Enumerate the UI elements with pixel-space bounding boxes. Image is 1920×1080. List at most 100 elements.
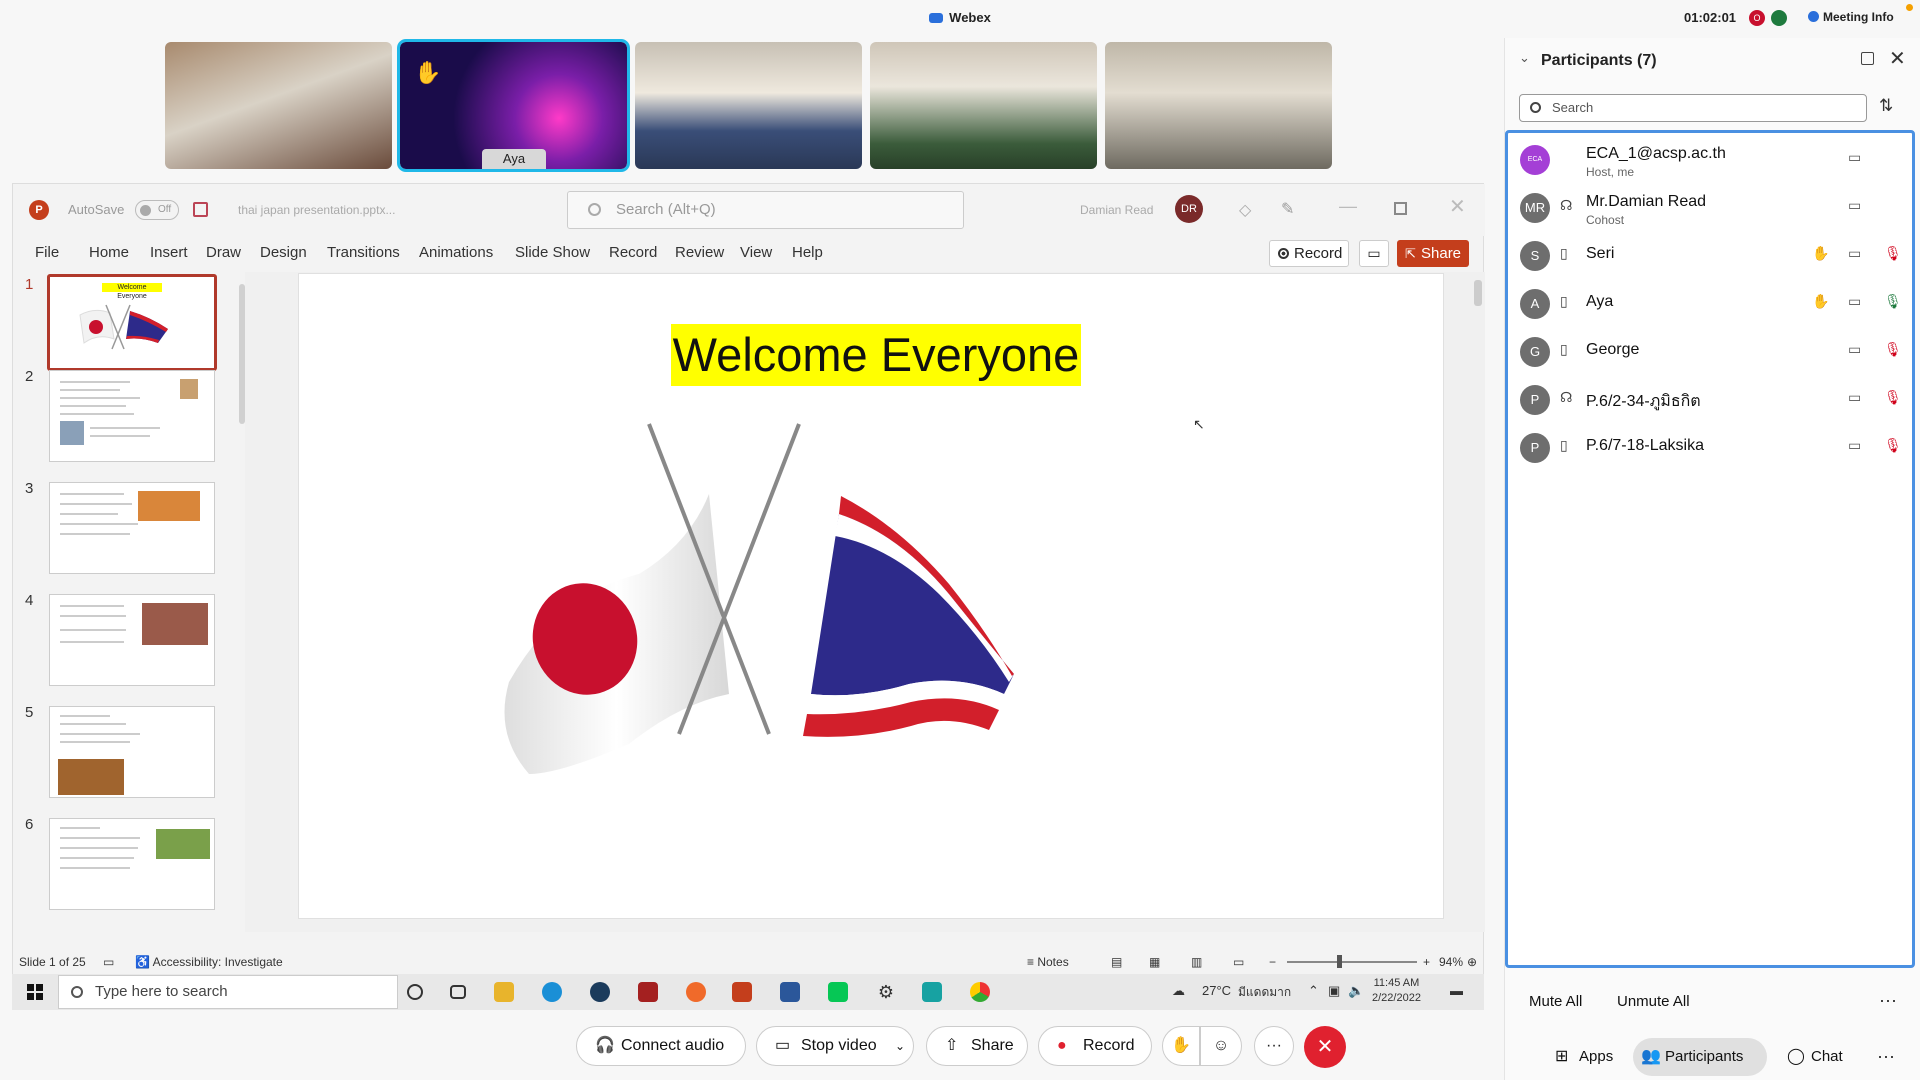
autosave-toggle[interactable]: Off (135, 200, 179, 220)
participant-row[interactable]: ECA ECA_1@acsp.ac.th Host, me ▭ (1508, 135, 1912, 183)
slide-thumbnail-6[interactable] (49, 818, 215, 910)
notes-button[interactable]: ≡ Notes (1027, 955, 1069, 969)
menu-insert[interactable]: Insert (150, 244, 188, 261)
record-button[interactable]: ● Record (1038, 1026, 1152, 1066)
menu-record[interactable]: Record (609, 244, 657, 261)
steam-icon[interactable] (590, 982, 610, 1002)
network-icon[interactable]: ▣ (1328, 983, 1340, 999)
raised-hand-icon[interactable]: ✋ (1812, 293, 1829, 310)
chevron-up-icon[interactable]: ⌃ (1308, 983, 1319, 999)
close-icon[interactable]: ✕ (1449, 194, 1466, 219)
popout-icon[interactable] (1861, 52, 1874, 65)
zoom-slider-handle[interactable] (1337, 955, 1342, 968)
fit-to-window-icon[interactable]: ⊕ (1467, 955, 1477, 969)
spell-check-icon[interactable]: ▭ (103, 955, 114, 969)
raised-hand-icon[interactable]: ✋ (1812, 245, 1829, 262)
mic-muted-icon[interactable]: 🎙 (1884, 341, 1902, 358)
action-center-icon[interactable]: ▬ (1450, 983, 1463, 998)
pen-icon[interactable]: ✎ (1281, 199, 1294, 219)
participant-search-input[interactable]: Search (1519, 94, 1867, 122)
meeting-info-button[interactable]: Meeting Info (1808, 10, 1894, 24)
reactions-button[interactable]: ☺ (1200, 1026, 1242, 1066)
comments-button[interactable]: ▭ (1359, 240, 1389, 267)
participant-row[interactable]: P ▯ P.6/7-18-Laksika ▭ 🎙 (1508, 423, 1912, 471)
unmute-all-button[interactable]: Unmute All (1617, 993, 1690, 1010)
app-icon[interactable] (922, 982, 942, 1002)
temperature[interactable]: 27°C (1202, 983, 1231, 998)
participant-row[interactable]: S ▯ Seri ✋ ▭ 🎙 (1508, 231, 1912, 279)
app-icon[interactable] (686, 982, 706, 1002)
tab-participants[interactable]: 👥 Participants (1633, 1038, 1767, 1076)
task-view-icon[interactable] (450, 985, 466, 999)
restore-icon[interactable] (1394, 202, 1407, 215)
slide-thumbnail-5[interactable] (49, 706, 215, 798)
app-icon[interactable] (638, 982, 658, 1002)
current-slide[interactable]: Welcome Everyone ↖ (298, 273, 1444, 919)
slide-thumbnail-3[interactable] (49, 482, 215, 574)
zoom-slider[interactable] (1287, 961, 1417, 963)
windows-start-icon[interactable] (27, 984, 43, 1000)
tab-chat[interactable]: ◯ Chat (1779, 1038, 1849, 1076)
slide-scrollbar[interactable] (1471, 272, 1485, 932)
slide-thumbnail-4[interactable] (49, 594, 215, 686)
zoom-in-icon[interactable]: + (1423, 955, 1430, 969)
weather-text[interactable]: มีแดดมาก (1238, 983, 1291, 1002)
menu-review[interactable]: Review (675, 244, 724, 261)
taskbar-search-input[interactable]: Type here to search (58, 975, 398, 1009)
participant-row[interactable]: G ▯ George ▭ 🎙 (1508, 327, 1912, 375)
slide-thumbnail-2[interactable] (49, 370, 215, 462)
mic-active-icon[interactable]: 🎙 (1884, 293, 1902, 310)
connect-audio-button[interactable]: 🎧 Connect audio (576, 1026, 746, 1066)
menu-help[interactable]: Help (792, 244, 823, 261)
menu-home[interactable]: Home (89, 244, 129, 261)
zoom-level[interactable]: 94% (1439, 955, 1463, 969)
more-options-button[interactable]: ··· (1254, 1026, 1294, 1066)
menu-slide-show[interactable]: Slide Show (515, 244, 590, 261)
network-signal-icon[interactable] (1771, 10, 1787, 26)
normal-view-icon[interactable]: ▤ (1111, 955, 1122, 969)
video-camera-icon[interactable]: ▭ (1848, 389, 1861, 406)
video-tile-active-speaker[interactable]: ✋ Aya (397, 39, 630, 172)
sort-icon[interactable]: ⇅ (1879, 96, 1893, 116)
participant-row[interactable]: MR ☊ Mr.Damian Read Cohost ▭ (1508, 183, 1912, 231)
presenter-view-icon[interactable]: ▭ (1233, 955, 1244, 969)
menu-animations[interactable]: Animations (419, 244, 493, 261)
reading-view-icon[interactable]: ▥ (1191, 955, 1202, 969)
mute-all-button[interactable]: Mute All (1529, 993, 1582, 1010)
slide-thumbnail-1[interactable]: Welcome Everyone (47, 274, 217, 371)
line-app-icon[interactable] (828, 982, 848, 1002)
menu-transitions[interactable]: Transitions (327, 244, 400, 261)
mic-muted-icon[interactable]: 🎙 (1884, 389, 1902, 406)
stop-video-button[interactable]: ▭ Stop video ⌄ (756, 1026, 914, 1066)
edge-browser-icon[interactable] (542, 982, 562, 1002)
slide-sorter-icon[interactable]: ▦ (1149, 955, 1160, 969)
zoom-out-icon[interactable]: − (1269, 955, 1276, 969)
save-icon[interactable] (193, 202, 208, 217)
end-call-button[interactable]: ✕ (1304, 1026, 1346, 1068)
video-tile[interactable] (1105, 42, 1332, 169)
video-camera-icon[interactable]: ▭ (1848, 341, 1861, 358)
video-tile[interactable] (870, 42, 1097, 169)
user-avatar[interactable]: DR (1175, 195, 1203, 223)
video-camera-icon[interactable]: ▭ (1848, 437, 1861, 454)
raise-hand-button[interactable]: ✋ (1162, 1026, 1200, 1066)
menu-draw[interactable]: Draw (206, 244, 241, 261)
video-camera-icon[interactable]: ▭ (1848, 245, 1861, 262)
video-camera-icon[interactable]: ▭ (1848, 293, 1861, 310)
ppt-search-input[interactable]: Search (Alt+Q) (567, 191, 964, 229)
menu-view[interactable]: View (740, 244, 772, 261)
menu-file[interactable]: File (35, 244, 59, 261)
file-explorer-icon[interactable] (494, 982, 514, 1002)
mic-muted-icon[interactable]: 🎙 (1884, 245, 1902, 262)
diamond-icon[interactable]: ◇ (1239, 200, 1251, 220)
video-camera-icon[interactable]: ▭ (1848, 149, 1861, 166)
share-button[interactable]: ⇧ Share (926, 1026, 1028, 1066)
menu-design[interactable]: Design (260, 244, 307, 261)
more-options-icon[interactable]: ··· (1879, 990, 1897, 1011)
file-name[interactable]: thai japan presentation.pptx... (238, 203, 395, 217)
more-tabs-icon[interactable]: ··· (1877, 1046, 1895, 1067)
chrome-icon[interactable] (970, 982, 990, 1002)
volume-icon[interactable]: 🔈 (1348, 983, 1364, 999)
taskbar-clock[interactable]: 11:45 AM 2/22/2022 (1372, 976, 1421, 1006)
minimize-icon[interactable]: — (1339, 196, 1357, 217)
